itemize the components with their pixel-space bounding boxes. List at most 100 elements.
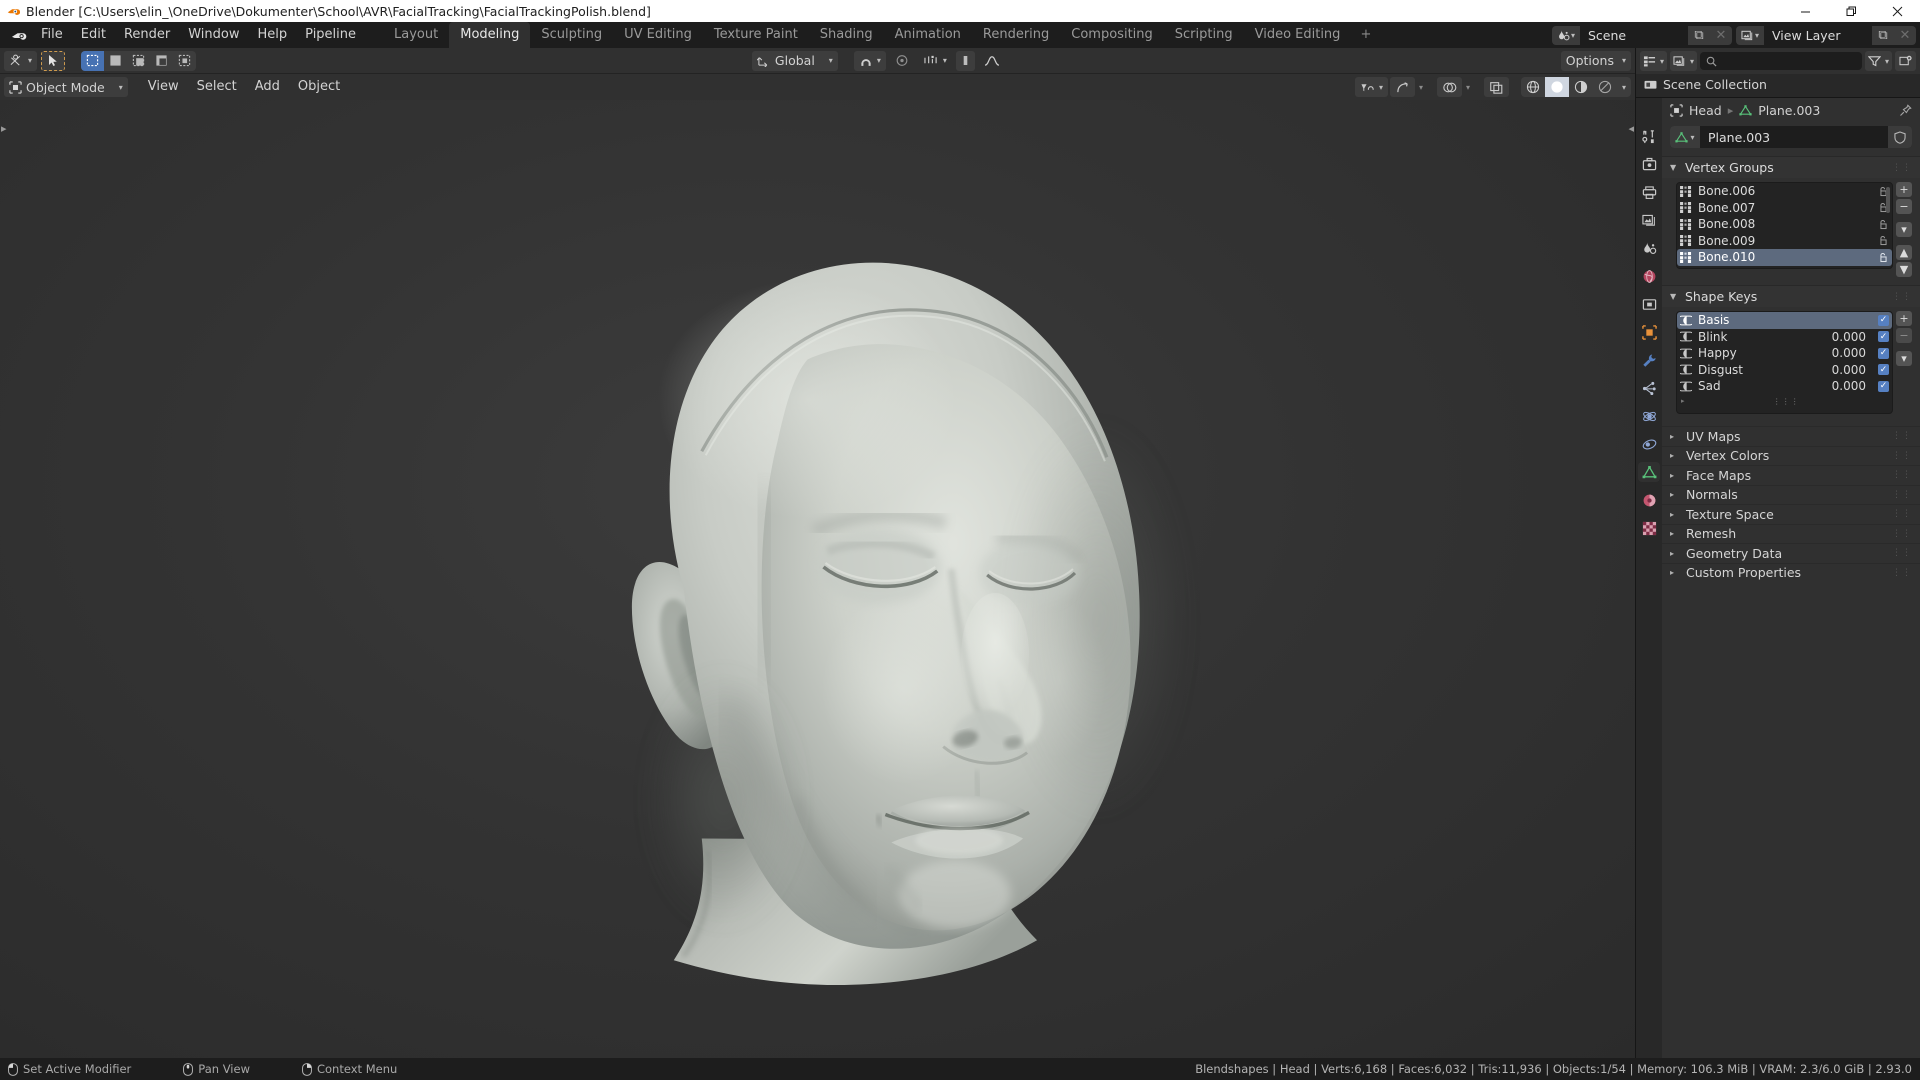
properties-tab-tool[interactable]: [1638, 126, 1660, 146]
view-layer-icon[interactable]: ▾: [1736, 25, 1764, 45]
shading-dropdown[interactable]: ▾: [1617, 77, 1631, 97]
panel-header-face-maps[interactable]: ▸ Face Maps ⋮⋮: [1662, 465, 1920, 485]
viewport-menu-select[interactable]: Select: [189, 77, 245, 97]
shape-key-row[interactable]: Happy 0.000 ✓: [1677, 345, 1892, 362]
panel-header-vertex-colors[interactable]: ▸ Vertex Colors ⋮⋮: [1662, 445, 1920, 466]
workspace-tab-shading[interactable]: Shading: [809, 22, 884, 48]
scene-unlink-button[interactable]: ✕: [1710, 25, 1732, 45]
workspace-tab-compositing[interactable]: Compositing: [1060, 22, 1164, 48]
properties-tab-collection[interactable]: [1638, 294, 1660, 314]
shading-wireframe-icon[interactable]: [1521, 77, 1545, 97]
menu-window[interactable]: Window: [179, 24, 248, 46]
panel-header-custom-properties[interactable]: ▸ Custom Properties ⋮⋮: [1662, 562, 1920, 583]
workspace-tab-animation[interactable]: Animation: [884, 22, 972, 48]
minimize-button[interactable]: [1782, 0, 1828, 22]
menu-render[interactable]: Render: [115, 24, 179, 46]
scene-selector[interactable]: ▾ Scene ⧉ ✕: [1552, 25, 1732, 45]
outliner-tree[interactable]: Scene Collection: [1636, 74, 1920, 97]
vertex-groups-listbox[interactable]: Bone.006 Bone.007 Bone.008 Bone.009 Bone…: [1676, 182, 1893, 269]
shape-key-add-button[interactable]: +: [1896, 311, 1912, 326]
panel-header-shape-keys[interactable]: ▼ Shape Keys ⋮⋮: [1662, 285, 1920, 307]
vertex-group-row[interactable]: Bone.008: [1677, 216, 1892, 233]
shape-key-row[interactable]: Basis ✓: [1677, 312, 1892, 329]
shape-key-row[interactable]: Sad 0.000 ✓: [1677, 378, 1892, 395]
properties-tab-constraints[interactable]: [1638, 434, 1660, 454]
menu-pipeline[interactable]: Pipeline: [296, 24, 365, 46]
panel-header-remesh[interactable]: ▸ Remesh ⋮⋮: [1662, 523, 1920, 544]
tool-tweak-button[interactable]: [41, 50, 66, 71]
vertex-group-move-down-button[interactable]: ▼: [1896, 262, 1912, 277]
mesh-datablock-field[interactable]: ▾ Plane.003: [1670, 126, 1912, 148]
vertex-group-specials-button[interactable]: ▾: [1896, 222, 1912, 237]
viewport-menu-add[interactable]: Add: [247, 77, 288, 97]
panel-header-normals[interactable]: ▸ Normals ⋮⋮: [1662, 484, 1920, 505]
mirror-options-icon[interactable]: [955, 50, 975, 71]
visibility-filter-dropdown[interactable]: ▾: [1354, 77, 1388, 97]
properties-tab-scene[interactable]: [1638, 238, 1660, 258]
resize-grip-icon[interactable]: ⋮⋮⋮: [1773, 268, 1800, 269]
properties-tab-physics[interactable]: [1638, 406, 1660, 426]
workspace-tab-uv-editing[interactable]: UV Editing: [613, 22, 703, 48]
vertex-group-row[interactable]: Bone.007: [1677, 200, 1892, 217]
properties-tab-modifiers[interactable]: [1638, 350, 1660, 370]
workspace-tab-sculpting[interactable]: Sculpting: [530, 22, 613, 48]
menu-file[interactable]: File: [32, 24, 72, 46]
select-difference-icon[interactable]: [150, 51, 173, 71]
select-extend-icon[interactable]: [104, 51, 127, 71]
select-subtract-icon[interactable]: [127, 51, 150, 71]
vertex-groups-list-footer[interactable]: ▸ ⋮⋮⋮: [1677, 266, 1892, 269]
vertex-groups-scrollbar[interactable]: [1886, 187, 1890, 213]
overlays-dropdown[interactable]: ▾: [1464, 77, 1472, 97]
shape-key-mute-checkbox[interactable]: ✓: [1878, 314, 1889, 326]
workspace-tab-modeling[interactable]: Modeling: [449, 22, 531, 48]
shape-key-mute-checkbox[interactable]: ✓: [1878, 347, 1889, 359]
vertex-group-remove-button[interactable]: −: [1896, 199, 1912, 214]
shape-key-mute-checkbox[interactable]: ✓: [1878, 331, 1889, 343]
shape-key-value[interactable]: 0.000: [1832, 363, 1866, 377]
panel-header-geometry-data[interactable]: ▸ Geometry Data ⋮⋮: [1662, 543, 1920, 563]
vertex-group-row[interactable]: Bone.006: [1677, 183, 1892, 200]
select-intersect-icon[interactable]: [173, 51, 196, 71]
interaction-mode-dropdown[interactable]: Object Mode ▾: [4, 77, 128, 97]
vertex-group-add-button[interactable]: +: [1896, 182, 1912, 197]
outliner-new-collection-button[interactable]: [1895, 51, 1916, 71]
breadcrumb-object-name[interactable]: Head: [1689, 103, 1722, 118]
workspace-tab-video-editing[interactable]: Video Editing: [1244, 22, 1352, 48]
snap-magnet-icon[interactable]: ▾: [853, 50, 886, 71]
unlock-icon[interactable]: [1878, 252, 1889, 263]
properties-tab-material[interactable]: [1638, 490, 1660, 510]
menu-edit[interactable]: Edit: [72, 24, 115, 46]
view-layer-unlink-button[interactable]: ✕: [1894, 25, 1916, 45]
menu-help[interactable]: Help: [249, 24, 297, 46]
scene-icon[interactable]: ▾: [1552, 25, 1580, 45]
mesh-datablock-browse-icon[interactable]: ▾: [1670, 126, 1700, 148]
outliner-row-scene-collection[interactable]: Scene Collection: [1636, 74, 1920, 94]
outliner-editor-type-button[interactable]: ▾: [1640, 51, 1668, 71]
shading-material-preview-icon[interactable]: [1569, 77, 1593, 97]
unlock-icon[interactable]: [1878, 219, 1889, 230]
workspace-tab-scripting[interactable]: Scripting: [1164, 22, 1244, 48]
viewport-menu-view[interactable]: View: [140, 77, 187, 97]
pin-id-icon[interactable]: [1899, 103, 1912, 117]
shading-rendered-icon[interactable]: [1593, 77, 1617, 97]
shape-keys-listbox[interactable]: Basis ✓ Blink 0.000 ✓ Happy 0.000 ✓ Disg…: [1676, 311, 1893, 414]
proportional-editing-icon[interactable]: [890, 51, 914, 71]
falloff-curve-icon[interactable]: [979, 51, 1005, 71]
properties-tab-view-layer[interactable]: [1638, 210, 1660, 230]
shape-key-remove-button[interactable]: −: [1896, 328, 1912, 343]
mesh-datablock-name[interactable]: Plane.003: [1700, 130, 1888, 145]
viewport-menu-object[interactable]: Object: [290, 77, 348, 97]
shape-key-mute-checkbox[interactable]: ✓: [1878, 380, 1889, 392]
shape-key-specials-button[interactable]: ▾: [1896, 351, 1912, 366]
properties-tab-world[interactable]: [1638, 266, 1660, 286]
panel-header-texture-space[interactable]: ▸ Texture Space ⋮⋮: [1662, 504, 1920, 524]
workspace-tab-texture-paint[interactable]: Texture Paint: [703, 22, 809, 48]
maximize-button[interactable]: [1828, 0, 1874, 22]
properties-tab-output[interactable]: [1638, 182, 1660, 202]
resize-grip-icon[interactable]: ⋮⋮⋮: [1773, 397, 1800, 406]
shape-key-value[interactable]: 0.000: [1832, 379, 1866, 393]
shape-keys-list-footer[interactable]: ▸ ⋮⋮⋮: [1677, 395, 1892, 408]
overlays-toggle-button[interactable]: [1436, 77, 1462, 97]
properties-tab-particles[interactable]: [1638, 378, 1660, 398]
viewport-canvas[interactable]: ▸ ◂: [0, 100, 1635, 1058]
